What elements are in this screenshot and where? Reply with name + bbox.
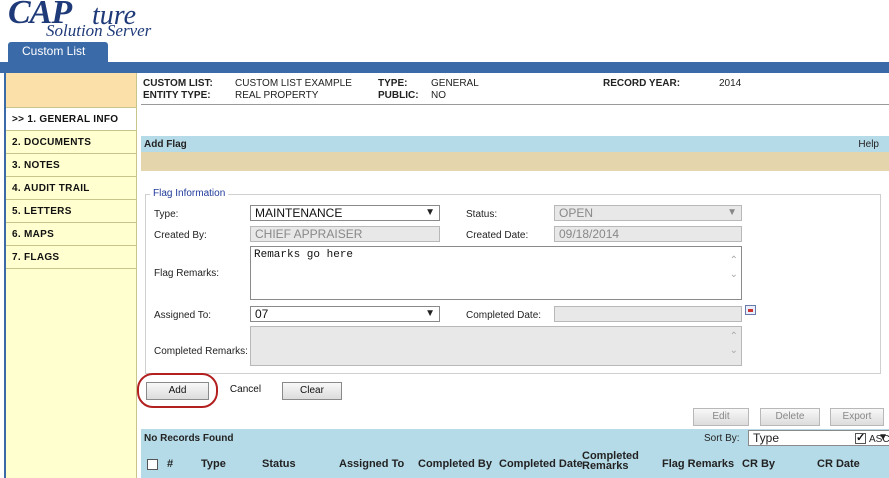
status-field-label: Status: [466, 209, 498, 220]
chevron-down-icon: ▼ [425, 308, 435, 319]
type-value: GENERAL [431, 78, 479, 89]
app-window: CAP ture Solution Server Custom List >> … [0, 0, 889, 478]
status-select[interactable]: OPEN ▼ [554, 205, 742, 221]
completed-date-label: Completed Date: [466, 310, 542, 321]
created-date-label: Created Date: [466, 230, 529, 241]
col-cr-by[interactable]: CR By [742, 458, 775, 470]
entity-type-value: REAL PROPERTY [235, 90, 319, 101]
delete-button[interactable]: Delete [760, 408, 820, 426]
add-button[interactable]: Add [146, 382, 209, 400]
sort-by-value: Type [753, 431, 780, 445]
col-number[interactable]: # [167, 458, 173, 470]
chevron-down-icon: ▼ [425, 207, 435, 218]
type-select[interactable]: MAINTENANCE ▼ [250, 205, 440, 221]
sidebar: >> 1. GENERAL INFO 2. DOCUMENTS 3. NOTES… [6, 73, 137, 478]
logo-subtitle: Solution Server [46, 21, 152, 40]
flag-remarks-textarea[interactable]: Remarks go here ⌃ ⌄ [250, 246, 742, 300]
clear-button[interactable]: Clear [282, 382, 342, 400]
flag-remarks-label: Flag Remarks: [154, 268, 220, 279]
nav-band [0, 62, 889, 73]
sort-by-label: Sort By: [704, 433, 740, 444]
section-subbar [141, 152, 889, 171]
assigned-to-select[interactable]: 07 ▼ [250, 306, 440, 322]
completed-remarks-label: Completed Remarks: [154, 346, 248, 357]
col-flag-remarks[interactable]: Flag Remarks [662, 458, 734, 470]
help-link[interactable]: Help [858, 139, 879, 150]
sidebar-item-documents[interactable]: 2. DOCUMENTS [6, 131, 136, 154]
sidebar-item-general-info[interactable]: >> 1. GENERAL INFO [6, 108, 136, 131]
public-label: PUBLIC: [378, 90, 419, 101]
asc-label: ASC [869, 434, 889, 445]
edit-button[interactable]: Edit [693, 408, 749, 426]
record-year-label: RECORD YEAR: [603, 78, 681, 89]
sidebar-item-flags[interactable]: 7. FLAGS [6, 246, 136, 269]
section-title: Add Flag [144, 139, 187, 150]
table-header: # Type Status Assigned To Completed By C… [141, 448, 889, 478]
sidebar-item-audit-trail[interactable]: 4. AUDIT TRAIL [6, 177, 136, 200]
entity-type-label: ENTITY TYPE: [143, 90, 211, 101]
sidebar-item-letters[interactable]: 5. LETTERS [6, 200, 136, 223]
col-completed-by[interactable]: Completed By [418, 458, 492, 470]
fieldset-legend: Flag Information [150, 188, 229, 199]
app-logo: CAP ture Solution Server [8, 0, 238, 42]
sidebar-item-notes[interactable]: 3. NOTES [6, 154, 136, 177]
col-assigned-to[interactable]: Assigned To [339, 458, 404, 470]
type-field-label: Type: [154, 209, 179, 220]
scrollbar[interactable]: ⌃ ⌄ [730, 255, 738, 283]
records-status: No Records Found [144, 433, 234, 444]
custom-list-label: CUSTOM LIST: [143, 78, 213, 89]
cancel-button[interactable]: Cancel [219, 382, 272, 400]
created-by-field[interactable]: CHIEF APPRAISER [250, 226, 440, 242]
completed-remarks-textarea[interactable]: ⌃ ⌄ [250, 326, 742, 366]
col-cr-date[interactable]: CR Date [817, 458, 860, 470]
custom-list-value: CUSTOM LIST EXAMPLE [235, 78, 352, 89]
created-date-field[interactable]: 09/18/2014 [554, 226, 742, 242]
records-bar: No Records Found Sort By: Type ▼ ASC [141, 429, 889, 448]
flag-remarks-text: Remarks go here [254, 249, 354, 261]
select-all-checkbox[interactable] [147, 459, 158, 470]
assigned-to-value: 07 [255, 307, 269, 321]
asc-checkbox[interactable] [855, 431, 866, 444]
section-header: Add Flag Help [141, 136, 889, 152]
completed-date-field[interactable] [554, 306, 742, 322]
col-status[interactable]: Status [262, 458, 296, 470]
col-type[interactable]: Type [201, 458, 226, 470]
assigned-to-label: Assigned To: [154, 310, 212, 321]
sidebar-header [6, 73, 136, 108]
calendar-icon[interactable] [745, 305, 756, 315]
export-button[interactable]: Export [830, 408, 884, 426]
scrollbar[interactable]: ⌃ ⌄ [730, 331, 738, 359]
col-completed-date[interactable]: Completed Date [499, 458, 583, 470]
sidebar-item-maps[interactable]: 6. MAPS [6, 223, 136, 246]
status-select-value: OPEN [559, 206, 594, 220]
col-completed-remarks[interactable]: Completed Remarks [582, 451, 639, 472]
sort-by-select[interactable]: Type ▼ [748, 430, 889, 446]
tab-custom-list[interactable]: Custom List [8, 42, 108, 62]
public-value: NO [431, 90, 446, 101]
chevron-down-icon: ▼ [727, 207, 737, 218]
header-divider [141, 104, 889, 105]
type-label: TYPE: [378, 78, 408, 89]
record-year-value: 2014 [719, 78, 742, 89]
created-by-label: Created By: [154, 230, 207, 241]
type-select-value: MAINTENANCE [255, 206, 343, 220]
